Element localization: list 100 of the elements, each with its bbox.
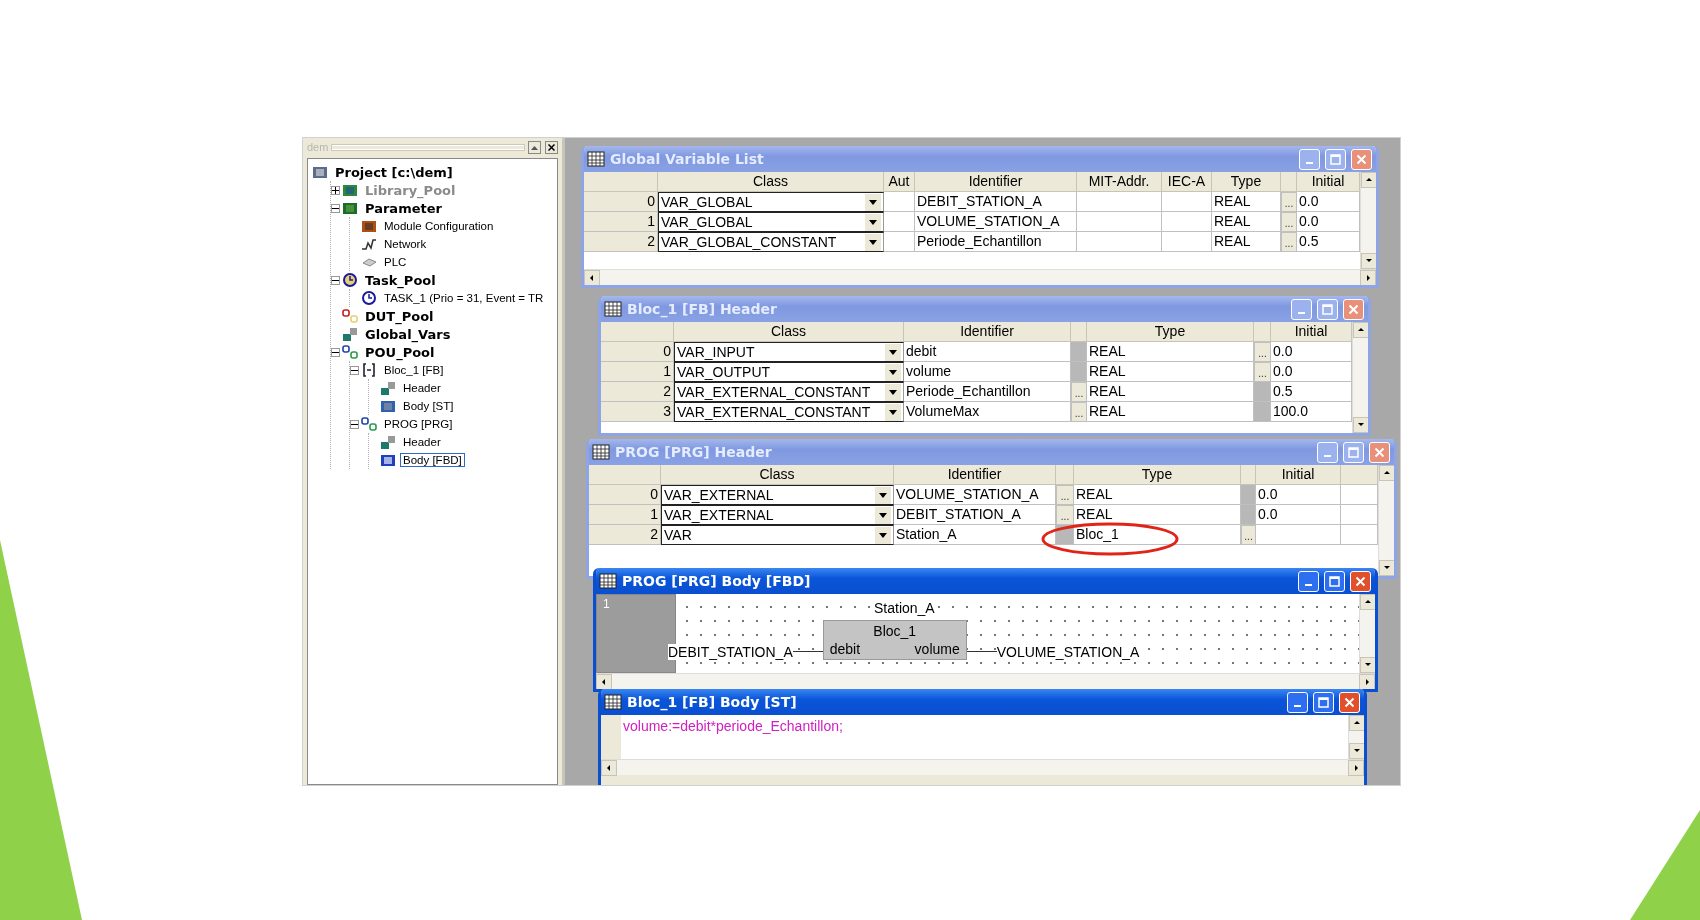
column-header[interactable]: MIT-Addr. <box>1077 172 1162 192</box>
scroll-up-button[interactable] <box>1360 594 1375 610</box>
tree-item[interactable]: Bloc_1 [FB] <box>381 363 447 377</box>
table-cell: DEBIT_STATION_A <box>894 505 1056 525</box>
scroll-left-button[interactable] <box>596 674 612 689</box>
class-dropdown[interactable]: VAR_EXTERNAL_CONSTANT <box>674 402 904 422</box>
tree-item[interactable]: Body [FBD] <box>400 453 465 467</box>
dropdown-button[interactable] <box>875 506 891 524</box>
horizontal-scrollbar[interactable] <box>601 759 1364 775</box>
tree-item[interactable]: Header <box>400 435 444 449</box>
dropdown-button[interactable] <box>885 383 901 401</box>
class-dropdown[interactable]: VAR_OUTPUT <box>674 362 904 382</box>
collapse-toggle[interactable] <box>350 419 359 429</box>
tree-item[interactable]: Global_Vars <box>362 325 454 343</box>
collapse-toggle[interactable] <box>350 365 359 375</box>
column-header[interactable]: Initial <box>1256 465 1341 485</box>
column-header[interactable]: IEC-A <box>1162 172 1212 192</box>
tree-item[interactable]: POU_Pool <box>362 343 438 361</box>
dropdown-button[interactable] <box>865 193 881 211</box>
tree-item[interactable]: Network <box>381 237 430 251</box>
tree-item[interactable]: Project [c:\dem] <box>332 163 456 181</box>
class-dropdown[interactable]: VAR <box>661 525 894 545</box>
browse-button[interactable]: ... <box>1071 382 1087 402</box>
collapse-toggle[interactable] <box>331 275 340 285</box>
minimize-button[interactable] <box>1298 570 1319 592</box>
browse-button[interactable]: ... <box>1254 362 1271 382</box>
tree-item[interactable]: PLC <box>381 255 410 269</box>
scroll-up-button[interactable] <box>1361 172 1376 188</box>
dropdown-button[interactable] <box>885 403 901 421</box>
maximize-button[interactable] <box>1324 570 1345 592</box>
column-header[interactable]: Type <box>1074 465 1241 485</box>
column-header[interactable]: Type <box>1087 322 1254 342</box>
vertical-scrollbar[interactable] <box>1352 322 1368 433</box>
tree-item[interactable]: Parameter <box>362 199 445 217</box>
dropdown-button[interactable] <box>865 213 881 231</box>
browse-button[interactable]: ... <box>1241 525 1256 545</box>
scroll-up-button[interactable] <box>1349 715 1364 731</box>
column-header[interactable]: Class <box>661 465 894 485</box>
horizontal-scrollbar[interactable] <box>596 673 1375 689</box>
vertical-scrollbar[interactable] <box>1360 172 1376 269</box>
class-dropdown[interactable]: VAR_GLOBAL <box>658 212 884 232</box>
column-header[interactable]: Identifier <box>894 465 1056 485</box>
scroll-right-button[interactable] <box>1348 760 1364 776</box>
class-dropdown[interactable]: VAR_GLOBAL_CONSTANT <box>658 232 884 252</box>
collapse-toggle[interactable] <box>331 347 340 357</box>
pin-button[interactable] <box>528 140 541 154</box>
dropdown-button[interactable] <box>875 526 891 544</box>
scroll-up-button[interactable] <box>1353 322 1368 338</box>
close-button[interactable] <box>545 140 558 154</box>
class-dropdown[interactable]: VAR_EXTERNAL <box>661 505 894 525</box>
class-dropdown[interactable]: VAR_GLOBAL <box>658 192 884 212</box>
minimize-button[interactable] <box>1287 691 1308 713</box>
browse-button[interactable]: ... <box>1056 485 1074 505</box>
scroll-right-button[interactable] <box>1359 674 1375 689</box>
browse-button[interactable]: ... <box>1281 192 1297 212</box>
tree-item[interactable]: PROG [PRG] <box>381 417 456 431</box>
browse-button[interactable]: ... <box>1254 342 1271 362</box>
class-dropdown[interactable]: VAR_EXTERNAL_CONSTANT <box>674 382 904 402</box>
dropdown-button[interactable] <box>865 233 881 251</box>
browse-button[interactable]: ... <box>1281 232 1297 252</box>
tree-item[interactable]: Body [ST] <box>400 399 457 413</box>
column-header[interactable]: Identifier <box>904 322 1071 342</box>
tree-item[interactable]: DUT_Pool <box>362 307 437 325</box>
column-header[interactable]: Aut <box>884 172 915 192</box>
browse-button[interactable]: ... <box>1056 505 1074 525</box>
vertical-scrollbar[interactable] <box>1348 715 1364 759</box>
column-header[interactable]: Identifier <box>915 172 1077 192</box>
vertical-scrollbar[interactable] <box>1378 465 1394 576</box>
scroll-down-button[interactable] <box>1361 253 1376 269</box>
collapse-toggle[interactable] <box>331 203 340 213</box>
column-header[interactable]: Initial <box>1271 322 1352 342</box>
scroll-up-button[interactable] <box>1379 465 1394 481</box>
dropdown-button[interactable] <box>875 486 891 504</box>
scroll-left-button[interactable] <box>584 270 600 285</box>
column-header[interactable]: Initial <box>1297 172 1360 192</box>
class-dropdown[interactable]: VAR_EXTERNAL <box>661 485 894 505</box>
horizontal-scrollbar[interactable] <box>584 269 1376 285</box>
class-dropdown[interactable]: VAR_INPUT <box>674 342 904 362</box>
dropdown-button[interactable] <box>885 343 901 361</box>
scroll-left-button[interactable] <box>601 760 617 776</box>
scroll-down-button[interactable] <box>1360 657 1375 673</box>
column-header[interactable]: Type <box>1212 172 1281 192</box>
tree-item[interactable]: TASK_1 (Prio = 31, Event = TR <box>381 291 547 305</box>
tree-item[interactable]: Module Configuration <box>381 219 497 233</box>
panel-grip[interactable] <box>332 144 524 150</box>
dropdown-button[interactable] <box>885 363 901 381</box>
scroll-down-button[interactable] <box>1379 560 1394 576</box>
tree-item[interactable]: Task_Pool <box>362 271 439 289</box>
scroll-down-button[interactable] <box>1349 743 1364 759</box>
browse-button[interactable]: ... <box>1071 402 1087 422</box>
function-block[interactable]: Bloc_1 debit volume <box>822 620 967 660</box>
tree-item[interactable]: Header <box>400 381 444 395</box>
table-cell: REAL <box>1212 212 1281 232</box>
browse-button[interactable]: ... <box>1281 212 1297 232</box>
scroll-down-button[interactable] <box>1353 417 1368 433</box>
scroll-right-button[interactable] <box>1360 270 1376 285</box>
column-header[interactable]: Class <box>658 172 884 192</box>
vertical-scrollbar[interactable] <box>1359 594 1375 673</box>
maximize-button[interactable] <box>1313 691 1334 713</box>
column-header[interactable]: Class <box>674 322 904 342</box>
